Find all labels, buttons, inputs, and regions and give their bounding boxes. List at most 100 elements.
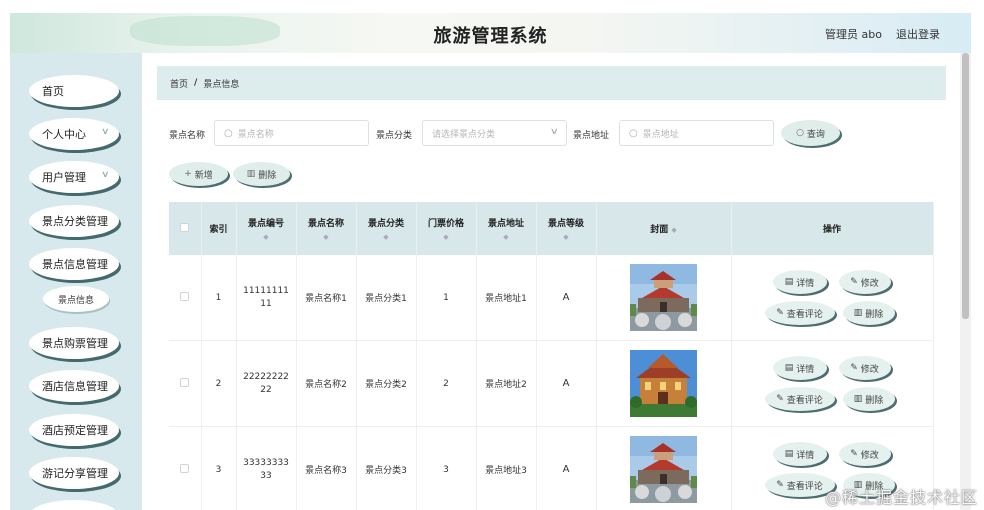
detail-button[interactable]: ▤ 详情 <box>772 270 827 294</box>
sidebar-item-label: 景点购票管理 <box>42 337 108 350</box>
cell-level: A <box>536 255 597 341</box>
edit-icon: ✎ <box>776 480 784 490</box>
spot-category-label: 景点分类 <box>376 131 413 141</box>
header-address[interactable]: 景点地址 ◆ <box>476 202 537 255</box>
cell-code: 2222222222 <box>236 340 297 427</box>
sidebar-item-label: 游记分享管理 <box>42 467 108 480</box>
query-button[interactable]: ○ 查询 <box>781 120 840 146</box>
vertical-scrollbar[interactable] <box>960 53 971 510</box>
cell-code: 1111111111 <box>236 255 297 341</box>
sidebar-item-spot-mgmt[interactable]: 景点信息管理 <box>29 248 119 280</box>
chevron-down-icon: ∨ <box>101 170 110 180</box>
search-icon: ○ <box>629 127 638 139</box>
spot-name-label: 景点名称 <box>169 131 206 141</box>
cover-image[interactable] <box>630 264 697 331</box>
trash-icon: ▥ <box>246 169 256 179</box>
sort-icon[interactable]: ◆ <box>671 226 676 234</box>
sidebar-item-category-mgmt[interactable]: 景点分类管理 <box>29 205 119 237</box>
sort-icon[interactable]: ◆ <box>237 233 296 241</box>
detail-button[interactable]: ▤ 详情 <box>772 442 827 466</box>
edit-button[interactable]: ✎ 修改 <box>838 356 891 380</box>
header-category[interactable]: 景点分类 ◆ <box>356 202 417 255</box>
spot-name-input[interactable]: ○ 景点名称 <box>214 120 369 146</box>
spot-address-label: 景点地址 <box>573 131 610 141</box>
bulk-delete-button-label: 删除 <box>258 170 277 181</box>
detail-button[interactable]: ▤ 详情 <box>772 356 827 380</box>
sidebar-subitem-label: 景点信息 <box>57 295 94 306</box>
breadcrumb-separator: / <box>194 78 198 88</box>
edit-button[interactable]: ✎ 修改 <box>838 442 891 466</box>
table-row: 1 1111111111 景点名称1 景点分类1 1 景点地址1 A ▤ 详情 … <box>169 255 934 341</box>
row-select-cell <box>169 340 202 427</box>
trash-icon: ▥ <box>853 394 863 404</box>
breadcrumb-home[interactable]: 首页 <box>170 77 188 90</box>
edit-icon: ✎ <box>850 363 858 373</box>
sort-icon[interactable]: ◆ <box>477 233 536 241</box>
document-icon: ▤ <box>784 277 794 287</box>
row-checkbox[interactable] <box>180 377 190 387</box>
edit-icon: ✎ <box>776 394 784 404</box>
document-icon: ▤ <box>784 449 794 459</box>
cell-name: 景点名称1 <box>296 255 357 341</box>
select-all-cell <box>169 202 202 255</box>
header-level[interactable]: 景点等级 ◆ <box>536 202 597 255</box>
edit-button[interactable]: ✎ 修改 <box>838 270 891 294</box>
spot-table: 索引 景点编号 ◆ 景点名称 ◆ 景点分类 ◆ 门票价格 ◆ 景点地址 ◆ 景点等级 ◆ 封… <box>169 202 934 510</box>
view-comments-button[interactable]: ✎ 查看评论 <box>764 301 835 325</box>
sidebar-item-travelnote-mgmt[interactable]: 游记分享管理 <box>29 457 119 489</box>
sidebar-subitem-spot-info[interactable]: 景点信息 <box>43 286 109 312</box>
cell-category: 景点分类1 <box>356 255 417 341</box>
sidebar-item-home[interactable]: 首页 <box>29 75 119 107</box>
sort-icon[interactable]: ◆ <box>417 233 476 241</box>
bulk-delete-button[interactable]: ▥ 删除 <box>233 162 290 186</box>
cell-category: 景点分类2 <box>356 340 417 427</box>
spot-category-select[interactable]: 请选择景点分类 ∨ <box>422 120 567 146</box>
cell-address: 景点地址1 <box>476 255 537 341</box>
spot-address-placeholder: 景点地址 <box>642 129 679 140</box>
spot-name-placeholder: 景点名称 <box>237 129 274 140</box>
cell-address: 景点地址3 <box>476 426 537 510</box>
header-price[interactable]: 门票价格 ◆ <box>416 202 477 255</box>
header-name[interactable]: 景点名称 ◆ <box>296 202 357 255</box>
delete-button[interactable]: ▥ 删除 <box>842 301 895 325</box>
delete-button[interactable]: ▥ 删除 <box>842 387 895 411</box>
spot-address-input[interactable]: ○ 景点地址 <box>619 120 774 146</box>
add-button[interactable]: + 新增 <box>169 162 228 186</box>
sidebar-item-hotel-mgmt[interactable]: 酒店信息管理 <box>29 370 119 402</box>
cell-address: 景点地址2 <box>476 340 537 427</box>
cell-price: 3 <box>416 426 477 510</box>
sidebar-item-label: 景点分类管理 <box>42 215 108 228</box>
select-all-checkbox[interactable] <box>180 222 190 232</box>
table-header-row: 索引 景点编号 ◆ 景点名称 ◆ 景点分类 ◆ 门票价格 ◆ 景点地址 ◆ 景点等级 ◆ 封… <box>169 202 934 255</box>
sort-icon[interactable]: ◆ <box>297 233 356 241</box>
header-cover[interactable]: 封面 ◆ <box>596 202 732 255</box>
sort-icon[interactable]: ◆ <box>357 233 416 241</box>
edit-icon: ✎ <box>776 308 784 318</box>
sidebar: 首页 个人中心 ∨ 用户管理 ∨ 景点分类管理 景点信息管理 景点信息 景点购票管理… <box>10 53 142 510</box>
sidebar-item-profile[interactable]: 个人中心 ∨ <box>29 118 119 150</box>
edit-icon: ✎ <box>850 277 858 287</box>
row-checkbox[interactable] <box>180 291 190 301</box>
current-user: 管理员 abo <box>825 28 882 41</box>
sidebar-item-users[interactable]: 用户管理 ∨ <box>29 161 119 193</box>
cover-image[interactable] <box>630 436 697 503</box>
row-select-cell <box>169 255 202 341</box>
sort-icon[interactable]: ◆ <box>537 233 596 241</box>
sidebar-item-label: 个人中心 <box>42 128 86 141</box>
scrollbar-thumb[interactable] <box>962 53 969 319</box>
sidebar-item-more[interactable] <box>29 500 119 510</box>
logout-link[interactable]: 退出登录 <box>896 26 940 42</box>
sidebar-item-booking-mgmt[interactable]: 酒店预定管理 <box>29 414 119 446</box>
table-row: 3 3333333333 景点名称3 景点分类3 3 景点地址3 A ▤ 详情 … <box>169 426 934 510</box>
header-code[interactable]: 景点编号 ◆ <box>236 202 297 255</box>
sidebar-item-label: 首页 <box>42 85 64 98</box>
cell-price: 1 <box>416 255 477 341</box>
cover-image[interactable] <box>630 350 697 417</box>
row-actions: ▤ 详情 ✎ 修改 ✎ 查看评论 ▥ 删除 <box>733 341 932 426</box>
query-button-label: 查询 <box>806 129 825 140</box>
view-comments-button[interactable]: ✎ 查看评论 <box>764 387 835 411</box>
row-actions: ▤ 详情 ✎ 修改 ✎ 查看评论 ▥ 删除 <box>733 255 932 340</box>
row-checkbox[interactable] <box>180 463 190 473</box>
cell-index: 3 <box>201 426 237 510</box>
sidebar-item-ticket-mgmt[interactable]: 景点购票管理 <box>29 327 119 359</box>
